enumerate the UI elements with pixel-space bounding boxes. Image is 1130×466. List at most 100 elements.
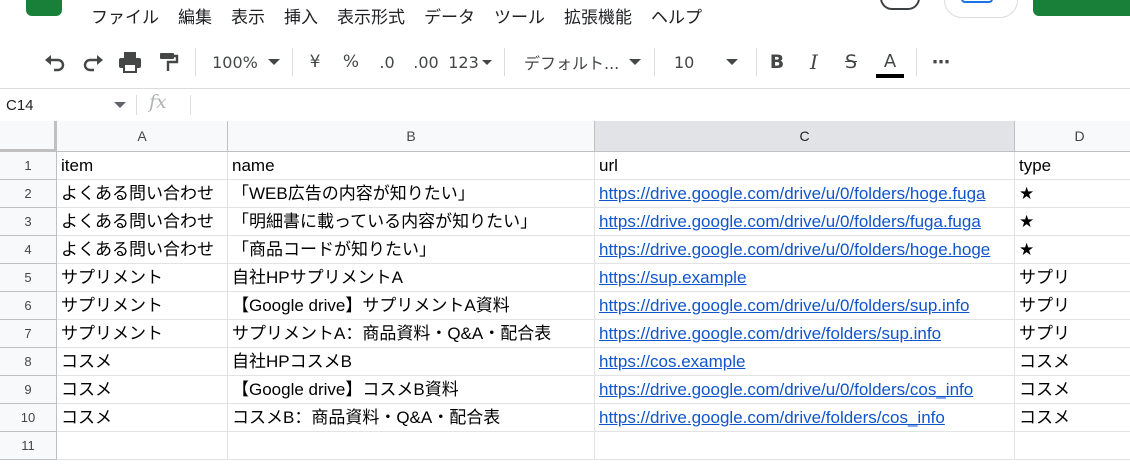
table-cell[interactable]: 【Google drive】サプリメントA資料 [228,292,595,320]
undo-icon[interactable] [40,38,70,86]
menu-tools[interactable]: ツール [494,3,545,28]
table-cell[interactable]: type [1015,152,1130,180]
table-cell[interactable]: コスメ [1015,348,1130,376]
formula-input[interactable] [196,89,1126,121]
column-header-b[interactable]: B [228,121,595,152]
toolbar-divider [504,48,505,76]
table-cell[interactable]: ★ [1015,180,1130,208]
table-cell[interactable]: コスメ [57,404,228,432]
table-cell[interactable]: https://drive.google.com/drive/u/0/folde… [595,292,1015,320]
table-cell[interactable]: よくある問い合わせ [57,236,228,264]
row-header[interactable]: 6 [0,292,57,320]
table-cell[interactable]: よくある問い合わせ [57,208,228,236]
meet-button[interactable] [944,0,1018,18]
more-options-button[interactable]: ⋯ [926,38,956,86]
sheets-logo-icon[interactable] [26,0,62,16]
paint-format-icon[interactable] [153,38,183,86]
table-cell[interactable]: item [57,152,228,180]
select-all-corner[interactable] [0,121,57,152]
table-cell[interactable] [1015,432,1130,460]
name-box[interactable]: C14 [0,89,136,121]
row-header[interactable]: 10 [0,404,57,432]
table-cell[interactable]: 自社HPコスメB [228,348,595,376]
table-cell[interactable]: よくある問い合わせ [57,180,228,208]
table-cell[interactable]: https://sup.example [595,264,1015,292]
number-format-select[interactable]: 123 [447,38,493,86]
table-cell[interactable]: サプリ [1015,292,1130,320]
table-cell[interactable]: サプリメント [57,264,228,292]
menu-insert[interactable]: 挿入 [284,3,318,28]
table-cell[interactable] [228,432,595,460]
strikethrough-button[interactable]: S [837,38,865,86]
table-cell[interactable] [595,432,1015,460]
table-cell[interactable]: name [228,152,595,180]
column-header-d[interactable]: D [1015,121,1130,152]
menu-help[interactable]: ヘルプ [651,3,702,28]
table-cell[interactable]: サプリメント [57,292,228,320]
chevron-down-icon [629,59,642,65]
table-cell[interactable]: コスメ [1015,376,1130,404]
menu-extensions[interactable]: 拡張機能 [564,3,632,28]
font-family-label: デフォルト... [524,54,620,73]
row-header[interactable]: 1 [0,152,57,180]
table-cell[interactable]: https://drive.google.com/drive/u/0/folde… [595,208,1015,236]
spreadsheet-grid: A B C D 1 item name url type 2 よくある問い合わせ 「WEB広告… [0,121,1130,466]
menu-file[interactable]: ファイル [91,3,159,28]
table-cell[interactable]: サプリメント [57,320,228,348]
comment-icon[interactable] [880,0,920,10]
table-cell[interactable]: コスメB：商品資料・Q&A・配合表 [228,404,595,432]
currency-button[interactable]: ¥ [300,38,330,86]
table-cell[interactable]: https://drive.google.com/drive/u/0/folde… [595,376,1015,404]
table-cell[interactable]: url [595,152,1015,180]
strikethrough-icon: S [844,51,858,73]
text-color-button[interactable]: A [874,38,906,86]
row-header[interactable]: 4 [0,236,57,264]
table-cell[interactable]: https://drive.google.com/drive/folders/c… [595,404,1015,432]
row-header[interactable]: 9 [0,376,57,404]
table-cell[interactable]: 「商品コードが知りたい」 [228,236,595,264]
italic-button[interactable]: I [800,38,828,86]
column-header-c[interactable]: C [595,121,1015,152]
table-cell[interactable]: ★ [1015,236,1130,264]
menu-data[interactable]: データ [424,3,475,28]
font-family-select[interactable]: デフォルト... [518,38,644,86]
row-header[interactable]: 7 [0,320,57,348]
table-cell[interactable]: コスメ [57,376,228,404]
table-cell[interactable]: 「明細書に載っている内容が知りたい」 [228,208,595,236]
column-header-a[interactable]: A [57,121,228,152]
toolbar-divider [756,48,757,76]
percent-button[interactable]: % [336,38,366,86]
table-cell[interactable]: コスメ [1015,404,1130,432]
print-icon[interactable] [115,38,145,86]
table-cell[interactable]: 「WEB広告の内容が知りたい」 [228,180,595,208]
menu-view[interactable]: 表示 [231,3,265,28]
table-cell[interactable]: サプリ [1015,264,1130,292]
fx-icon: fx [149,91,167,113]
table-cell[interactable]: https://drive.google.com/drive/u/0/folde… [595,180,1015,208]
share-button[interactable] [1033,0,1130,16]
increase-decimal-button[interactable]: .00 [408,38,444,86]
table-cell[interactable]: サプリメントA：商品資料・Q&A・配合表 [228,320,595,348]
row-header[interactable]: 3 [0,208,57,236]
table-cell[interactable] [57,432,228,460]
zoom-select[interactable]: 100% [206,38,286,86]
table-cell[interactable]: 【Google drive】コスメB資料 [228,376,595,404]
row-header[interactable]: 2 [0,180,57,208]
table-cell[interactable]: https://cos.example [595,348,1015,376]
row-header[interactable]: 11 [0,432,57,460]
text-color-icon: A [883,50,897,72]
table-cell[interactable]: コスメ [57,348,228,376]
table-cell[interactable]: ★ [1015,208,1130,236]
row-header[interactable]: 8 [0,348,57,376]
table-cell[interactable]: https://drive.google.com/drive/u/0/folde… [595,236,1015,264]
row-header[interactable]: 5 [0,264,57,292]
decrease-decimal-button[interactable]: .0 [372,38,402,86]
menu-edit[interactable]: 編集 [178,3,212,28]
table-cell[interactable]: https://drive.google.com/drive/folders/s… [595,320,1015,348]
bold-button[interactable]: B [763,38,791,86]
redo-icon[interactable] [78,38,108,86]
menu-format[interactable]: 表示形式 [337,3,405,28]
font-size-select[interactable]: 10 [668,38,746,86]
table-cell[interactable]: 自社HPサプリメントA [228,264,595,292]
table-cell[interactable]: サプリ [1015,320,1130,348]
